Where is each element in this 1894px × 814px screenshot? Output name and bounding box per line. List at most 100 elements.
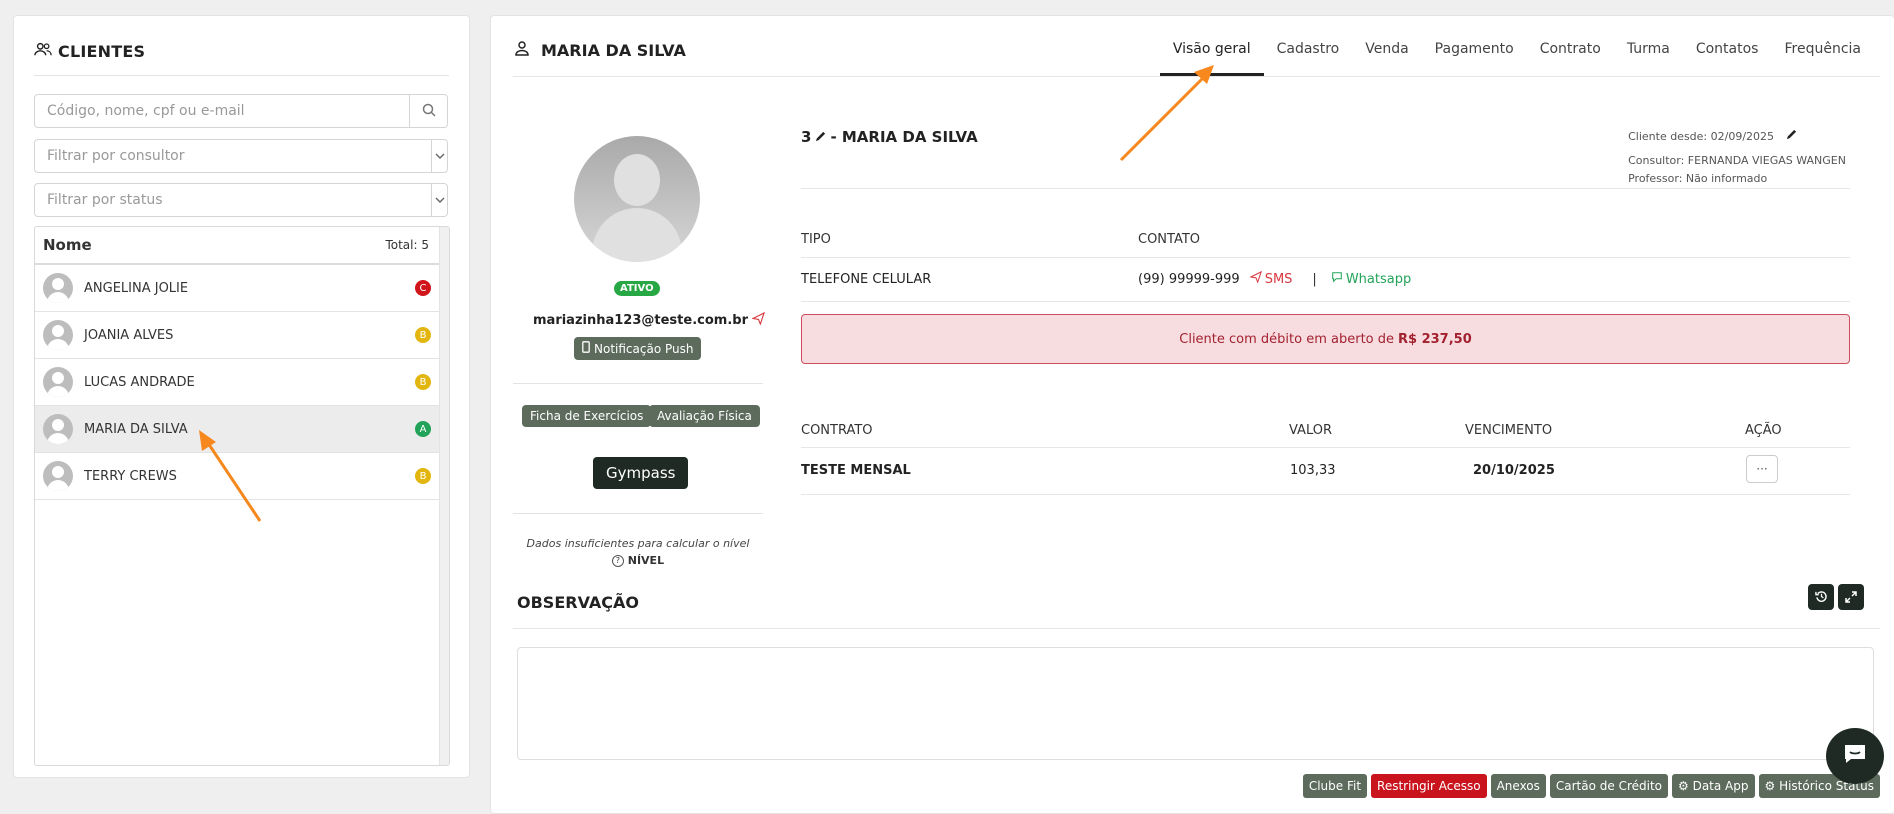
chat-widget-button[interactable]	[1826, 728, 1884, 784]
search-button[interactable]	[409, 95, 447, 127]
bottom-button-2[interactable]: Anexos	[1490, 774, 1546, 798]
chat-icon	[1842, 743, 1868, 769]
avatar	[43, 461, 73, 491]
consultant-filter-select[interactable]: Filtrar por consultor	[34, 139, 448, 173]
client-list-item[interactable]: TERRY CREWS B	[35, 453, 439, 500]
client-level-badge: C	[415, 280, 431, 296]
client-meta: Cliente desde: 02/09/2025 Consultor: FER…	[1628, 128, 1846, 188]
scrollbar[interactable]	[439, 227, 449, 765]
level-label-row: ? NÍVEL	[513, 554, 763, 567]
physical-assessment-button[interactable]: Avaliação Física	[649, 405, 760, 427]
client-list-name: LUCAS ANDRADE	[84, 374, 195, 390]
bottom-button-4[interactable]: ⚙ Data App	[1672, 774, 1755, 798]
tab-4[interactable]: Contrato	[1527, 38, 1614, 76]
contact-phone: (99) 99999-999	[1138, 271, 1240, 287]
client-level-badge: A	[415, 421, 431, 437]
bottom-button-1[interactable]: Restringir Acesso	[1371, 774, 1487, 798]
divider	[801, 188, 1850, 189]
tab-1[interactable]: Cadastro	[1264, 38, 1353, 76]
consultant-filter-value: Filtrar por consultor	[47, 148, 185, 164]
divider	[34, 75, 449, 76]
divider	[513, 628, 1880, 629]
divider	[513, 383, 763, 384]
client-list-item[interactable]: ANGELINA JOLIE C	[35, 265, 439, 312]
history-button[interactable]	[1808, 584, 1834, 610]
contract-actions-button[interactable]: ···	[1746, 455, 1778, 483]
gympass-button[interactable]: Gympass	[593, 457, 689, 489]
send-icon	[1248, 270, 1262, 287]
avatar	[43, 273, 73, 303]
push-notification-button[interactable]: Notificação Push	[574, 337, 702, 360]
bottom-action-bar: Clube Fit Restringir Acesso Anexos Cartão d…	[1302, 774, 1880, 798]
tab-5[interactable]: Turma	[1614, 38, 1683, 76]
contact-divider: |	[1312, 271, 1317, 287]
send-icon[interactable]	[751, 311, 766, 329]
edit-since-icon[interactable]	[1786, 129, 1797, 143]
debt-alert-text: Cliente com débito em aberto de	[1179, 331, 1394, 347]
client-since: Cliente desde: 02/09/2025	[1628, 130, 1775, 143]
whatsapp-link[interactable]: Whatsapp	[1331, 271, 1411, 287]
client-list-item[interactable]: JOANIA ALVES B	[35, 312, 439, 359]
tab-0[interactable]: Visão geral	[1159, 38, 1264, 76]
user-icon	[515, 40, 529, 60]
level-info-text: Dados insuficientes para calcular o níve…	[526, 537, 750, 550]
expand-icon	[1845, 588, 1857, 607]
client-teacher: Professor: Não informado	[1628, 172, 1768, 185]
status-filter-select[interactable]: Filtrar por status	[34, 183, 448, 217]
divider	[513, 76, 1880, 77]
chevron-down-icon	[431, 140, 447, 172]
search-field	[34, 94, 448, 128]
edit-code-icon[interactable]	[815, 128, 826, 146]
debt-alert: Cliente com débito em aberto de R$ 237,5…	[801, 314, 1850, 364]
question-circle-icon[interactable]: ?	[611, 555, 624, 567]
contract-value: 103,33	[1290, 463, 1336, 478]
client-level-badge: B	[415, 468, 431, 484]
debt-alert-amount: R$ 237,50	[1398, 331, 1472, 347]
client-list-item[interactable]: MARIA DA SILVA A	[35, 406, 439, 453]
tab-7[interactable]: Frequência	[1771, 38, 1874, 76]
client-heading-name: - MARIA DA SILVA	[830, 128, 978, 146]
clients-panel: CLIENTES Filtrar por consultor Filtrar p…	[13, 15, 470, 778]
clients-list: Nome Total: 5 ANGELINA JOLIE C JOANIA ALVE…	[34, 226, 450, 766]
expand-button[interactable]	[1838, 584, 1864, 610]
avatar	[574, 136, 700, 262]
contract-due: 20/10/2025	[1473, 463, 1555, 478]
whatsapp-label: Whatsapp	[1345, 271, 1412, 287]
contacts-col-type: TIPO	[801, 232, 831, 247]
client-list-name: JOANIA ALVES	[84, 327, 174, 343]
page-title: MARIA DA SILVA	[515, 40, 686, 60]
client-level-badge: B	[415, 327, 431, 343]
contracts-col-action: AÇÃO	[1745, 423, 1782, 438]
avatar	[43, 367, 73, 397]
client-list-name: MARIA DA SILVA	[84, 421, 188, 437]
exercise-sheet-button[interactable]: Ficha de Exercícios	[522, 405, 652, 427]
clients-title-label: CLIENTES	[58, 41, 146, 61]
bottom-button-0[interactable]: Clube Fit	[1302, 774, 1368, 798]
client-consultant: Consultor: FERNANDA VIEGAS WANGEN	[1628, 154, 1846, 167]
observation-title: OBSERVAÇÃO	[517, 593, 639, 612]
tab-3[interactable]: Pagamento	[1422, 38, 1527, 76]
contracts-col-value: VALOR	[1289, 423, 1332, 438]
search-input[interactable]	[35, 95, 409, 127]
observation-textarea[interactable]	[517, 647, 1874, 760]
client-level-badge: B	[415, 374, 431, 390]
contact-type: TELEFONE CELULAR	[801, 272, 932, 287]
chevron-down-icon	[431, 184, 447, 216]
list-header: Nome Total: 5	[35, 227, 439, 265]
email-text: mariazinha123@teste.com.br	[533, 313, 748, 328]
sms-link[interactable]: SMS	[1248, 270, 1292, 287]
mobile-icon	[582, 341, 590, 356]
client-code: 3	[801, 128, 812, 146]
divider	[513, 513, 763, 514]
status-badge: ATIVO	[614, 281, 660, 296]
tab-2[interactable]: Venda	[1352, 38, 1421, 76]
client-name-title: MARIA DA SILVA	[541, 40, 686, 60]
bottom-button-3[interactable]: Cartão de Crédito	[1549, 774, 1669, 798]
level-label: NÍVEL	[627, 554, 665, 567]
list-header-name: Nome	[43, 236, 92, 254]
tab-6[interactable]: Contatos	[1683, 38, 1772, 76]
contracts-col-contract: CONTRATO	[801, 423, 873, 438]
avatar	[43, 414, 73, 444]
clients-title: CLIENTES	[34, 40, 145, 62]
client-list-item[interactable]: LUCAS ANDRADE B	[35, 359, 439, 406]
